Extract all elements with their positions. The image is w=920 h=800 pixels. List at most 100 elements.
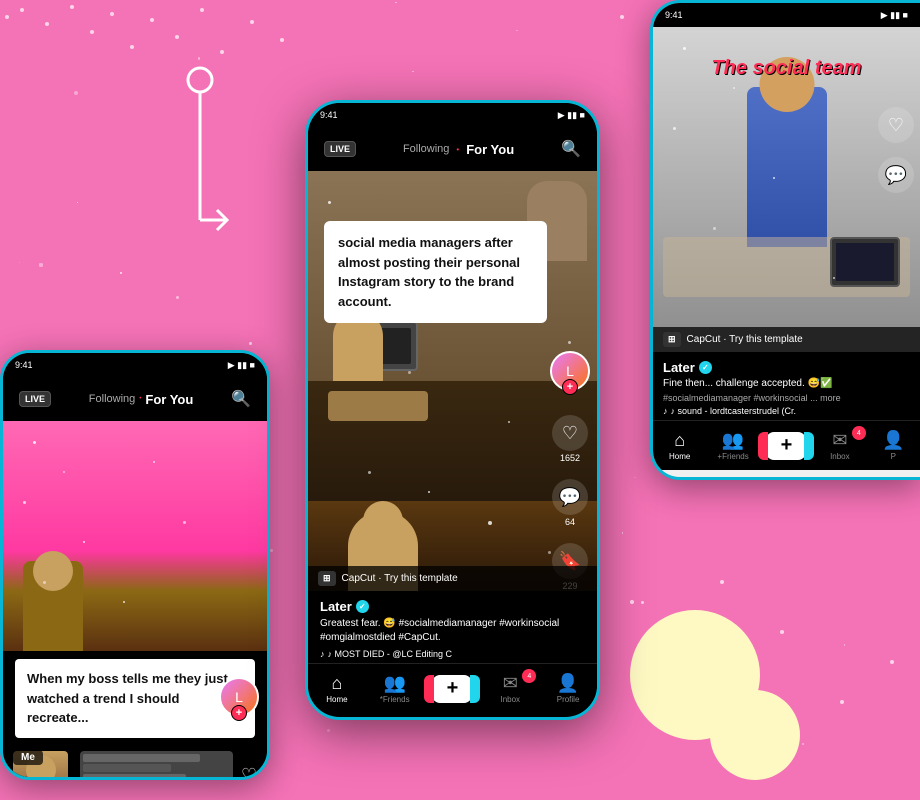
decorative-circle-2 <box>710 690 800 780</box>
center-like-count: 1652 <box>560 453 580 463</box>
right-sound-text: ♪ sound - lordtcasterstrudel (Cr. <box>671 406 797 416</box>
left-avatar-plus: L + <box>219 677 259 725</box>
center-video-area: ||| <box>308 171 597 591</box>
left-nav-tabs: Following • For You <box>89 392 193 407</box>
center-follow-plus[interactable]: + <box>562 379 578 395</box>
right-tab-profile[interactable]: 👤 P <box>873 430 913 461</box>
center-description: Greatest fear. 😅 #socialmediamanager #wo… <box>320 617 585 645</box>
center-like-button[interactable]: ♡ 1652 <box>552 415 588 463</box>
right-username-row: Later ✓ <box>663 360 910 375</box>
left-navbar: LIVE Following • For You 🔍 <box>3 377 267 421</box>
right-comment-button[interactable]: 💬 <box>878 157 914 193</box>
right-capcut-label: CapCut · Try this template <box>687 334 803 345</box>
center-caption-overlay: social media managers after almost posti… <box>324 221 547 323</box>
left-statusbar: 9:41 ▶ ▮▮ ■ <box>3 353 267 377</box>
center-following-tab[interactable]: Following <box>403 143 449 155</box>
left-caption-text: When my boss tells me they just watched … <box>27 671 228 725</box>
left-time: 9:41 <box>15 360 33 370</box>
left-search-icon[interactable]: 🔍 <box>231 389 251 409</box>
center-time: 9:41 <box>320 110 338 120</box>
right-status-icons: ▶ ▮▮ ■ <box>881 10 908 21</box>
center-inbox-badge: 4 <box>522 669 536 683</box>
center-inbox-icon: ✉ <box>503 673 518 694</box>
center-tab-add[interactable]: + <box>432 675 472 703</box>
right-capcut-logo: ⊞ <box>663 332 681 347</box>
right-social-team-text: The social team <box>658 57 915 80</box>
right-friends-label: +Friends <box>717 452 748 461</box>
center-avatar-plus: L + <box>550 351 590 391</box>
left-follow-plus[interactable]: + <box>231 705 247 721</box>
left-video-person <box>3 551 267 651</box>
right-description: Fine then... challenge accepted. 😅✅ <box>663 377 910 391</box>
key-arrow-graphic <box>155 60 235 300</box>
center-username[interactable]: Later <box>320 599 352 614</box>
right-laptop <box>830 237 900 287</box>
right-add-icon[interactable]: + <box>766 432 806 460</box>
left-foryou-tab[interactable]: For You <box>145 392 193 407</box>
center-capcut-label: CapCut · Try this template <box>342 573 458 584</box>
center-friends-label: *Friends <box>380 695 410 704</box>
center-caption-text: social media managers after almost posti… <box>338 235 520 309</box>
right-inbox-badge: 4 <box>852 426 866 440</box>
right-action-buttons: ♡ 💬 <box>878 107 914 193</box>
left-me-label: Me <box>13 750 43 765</box>
left-live-badge[interactable]: LIVE <box>19 391 51 407</box>
center-capcut-banner[interactable]: ⊞ CapCut · Try this template <box>308 566 597 591</box>
right-tab-add[interactable]: + <box>766 432 806 460</box>
center-status-icons: ▶ ▮▮ ■ <box>558 110 585 121</box>
left-video-area <box>3 421 267 651</box>
center-profile-label: Profile <box>557 695 580 704</box>
center-sound-row: ♪ ♪ MOST DIED - @LC Editing C <box>320 649 585 659</box>
center-tab-friends[interactable]: 👥 *Friends <box>375 673 415 704</box>
center-add-icon[interactable]: + <box>432 675 472 703</box>
center-tab-home[interactable]: ⌂ Home <box>317 673 357 704</box>
phone-left: 9:41 ▶ ▮▮ ■ LIVE Following • For You 🔍 <box>0 350 270 780</box>
right-inbox-icon: ✉ <box>832 430 847 451</box>
left-more-thumbnails <box>80 751 233 781</box>
right-tab-home[interactable]: ⌂ Home <box>660 430 700 461</box>
right-like-icon: ♡ <box>878 107 914 143</box>
center-home-label: Home <box>326 695 347 704</box>
center-nav-dot: • <box>456 145 459 154</box>
right-time: 9:41 <box>665 10 683 20</box>
center-username-row: Later ✓ <box>320 599 585 614</box>
left-bottom-area: Me ♡ <box>3 746 267 781</box>
center-music-icon: ♪ <box>320 649 325 659</box>
center-tabbar: ⌂ Home 👥 *Friends + ✉ 4 Inbox 👤 Profile <box>308 663 597 713</box>
right-tab-friends[interactable]: 👥 +Friends <box>713 430 753 461</box>
center-comment-button[interactable]: 💬 64 <box>552 479 588 527</box>
right-home-label: Home <box>669 452 690 461</box>
center-inbox-label: Inbox <box>500 695 520 704</box>
center-comment-icon: 💬 <box>552 479 588 515</box>
right-profile-label: P <box>891 452 896 461</box>
right-username[interactable]: Later <box>663 360 695 375</box>
left-following-tab[interactable]: Following <box>89 393 135 405</box>
right-tab-inbox[interactable]: ✉ 4 Inbox <box>820 430 860 461</box>
right-profile-icon: 👤 <box>882 430 904 451</box>
center-live-badge[interactable]: LIVE <box>324 141 356 157</box>
center-sound-text: ♪ MOST DIED - @LC Editing C <box>328 649 453 659</box>
right-sound-row: ♪ ♪ sound - lordtcasterstrudel (Cr. <box>663 406 910 416</box>
center-tab-inbox[interactable]: ✉ 4 Inbox <box>490 673 530 704</box>
right-friends-icon: 👥 <box>722 430 744 451</box>
center-profile-icon: 👤 <box>557 673 579 694</box>
center-capcut-logo: ⊞ <box>318 571 336 586</box>
right-statusbar: 9:41 ▶ ▮▮ ■ <box>653 3 920 27</box>
center-tab-profile[interactable]: 👤 Profile <box>548 673 588 704</box>
right-capcut-banner[interactable]: ⊞ CapCut · Try this template <box>653 327 920 352</box>
center-comment-count: 64 <box>565 517 575 527</box>
phone-center: 9:41 ▶ ▮▮ ■ LIVE Following • For You 🔍 |… <box>305 100 600 720</box>
center-verified-badge: ✓ <box>356 600 369 613</box>
right-inbox-label: Inbox <box>830 452 850 461</box>
center-home-icon: ⌂ <box>331 673 342 694</box>
right-like-button[interactable]: ♡ <box>878 107 914 143</box>
center-nav-tabs: Following • For You <box>403 142 514 157</box>
center-navbar: LIVE Following • For You 🔍 <box>308 127 597 171</box>
center-search-icon[interactable]: 🔍 <box>561 139 581 159</box>
right-video-info: Later ✓ Fine then... challenge accepted.… <box>653 352 920 420</box>
center-foryou-tab[interactable]: For You <box>466 142 514 157</box>
phone-right: 9:41 ▶ ▮▮ ■ The social team <box>650 0 920 480</box>
left-nav-dot: • <box>139 396 141 402</box>
center-friends-icon: 👥 <box>383 673 405 694</box>
right-comment-icon: 💬 <box>878 157 914 193</box>
